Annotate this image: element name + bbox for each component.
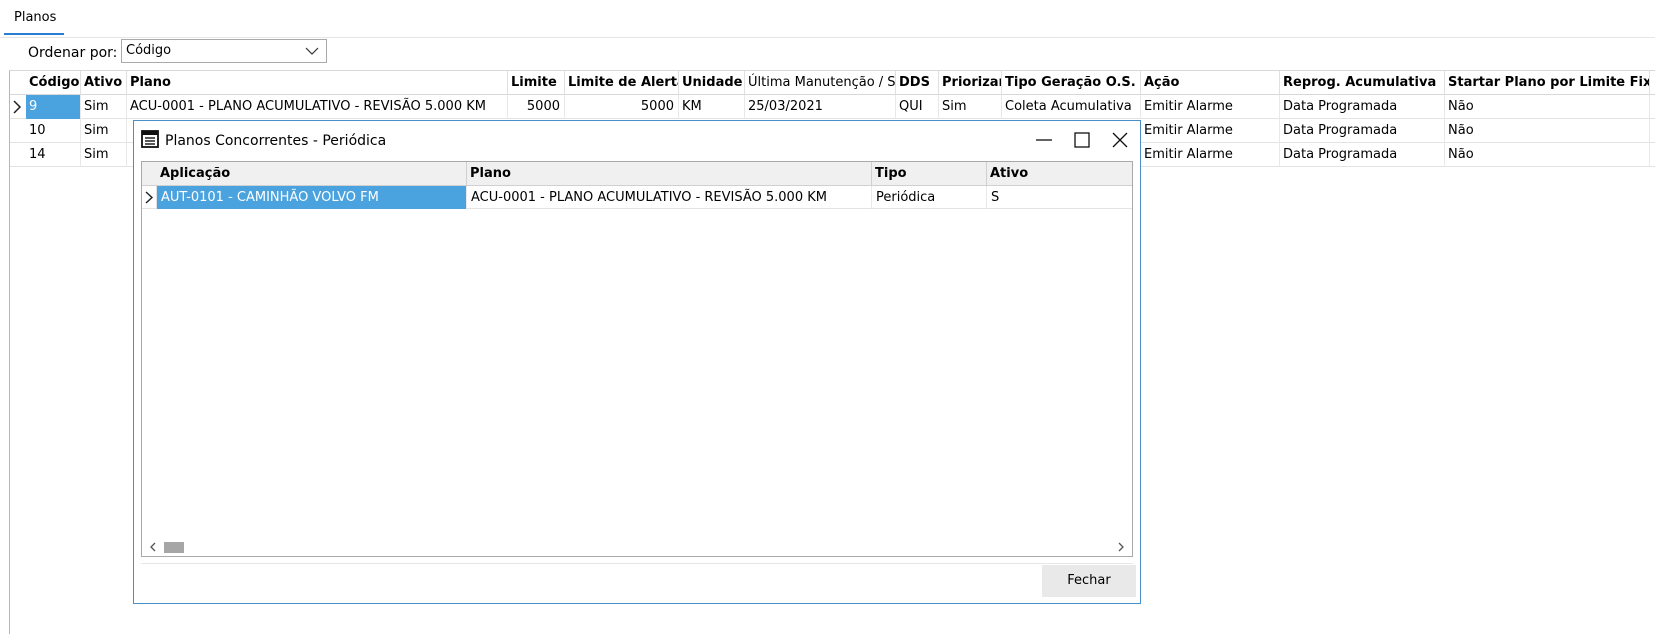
dialog-titlebar[interactable]: Planos Concorrentes - Periódica [134, 121, 1140, 157]
planos-concorrentes-grid[interactable]: Aplicação Plano Tipo Ativo AUT-0101 - CA… [141, 161, 1133, 557]
cell-startar[interactable]: Não [1445, 119, 1650, 143]
grid-header: Código Ativo Plano Limite Limite de Aler… [10, 71, 1655, 95]
col-header-unidade[interactable]: Unidade [679, 71, 745, 95]
tab-planos[interactable]: Planos [4, 6, 64, 34]
cell-aplicacao[interactable]: AUT-0101 - CAMINHÃO VOLVO FM [157, 186, 467, 209]
col-header-plano[interactable]: Plano [467, 162, 872, 186]
cell-reprog[interactable]: Data Programada [1280, 95, 1445, 119]
chevron-down-icon [305, 47, 319, 55]
cell-limite[interactable]: 5000 [508, 95, 565, 119]
cell-ativo[interactable]: Sim [81, 95, 127, 119]
cell-ultima-manutencao[interactable]: 25/03/2021 [745, 95, 896, 119]
scroll-right-icon[interactable] [1116, 542, 1126, 552]
table-row[interactable]: AUT-0101 - CAMINHÃO VOLVO FM ACU-0001 - … [142, 186, 1132, 209]
maximize-button[interactable] [1063, 123, 1101, 155]
scroll-left-icon[interactable] [148, 542, 158, 552]
dialog-divider [141, 563, 1133, 564]
cell-codigo[interactable]: 9 [26, 95, 81, 119]
minimize-icon [1036, 139, 1052, 141]
minimize-button[interactable] [1025, 123, 1063, 155]
maximize-icon [1074, 132, 1090, 148]
cell-startar[interactable]: Não [1445, 95, 1650, 119]
col-header-startar[interactable]: Startar Plano por Limite Fixo [1445, 71, 1650, 95]
cell-acao[interactable]: Emitir Alarme [1141, 143, 1280, 167]
cell-ativo[interactable]: S [987, 186, 1132, 209]
col-header-tipo[interactable]: Tipo [872, 162, 987, 186]
col-header-acao[interactable]: Ação [1141, 71, 1280, 95]
col-header-ativo[interactable]: Ativo [81, 71, 127, 95]
close-icon [1112, 132, 1128, 148]
order-by-value: Código [126, 43, 172, 58]
col-header-plano[interactable]: Plano [127, 71, 508, 95]
col-header-ultima-manutencao[interactable]: Última Manutenção / Star [745, 71, 896, 95]
cell-tipo-geracao[interactable]: Coleta Acumulativa [1002, 95, 1141, 119]
cell-acao[interactable]: Emitir Alarme [1141, 95, 1280, 119]
cell-reprog[interactable]: Data Programada [1280, 143, 1445, 167]
cell-ativo[interactable]: Sim [81, 119, 127, 143]
cell-acao[interactable]: Emitir Alarme [1141, 119, 1280, 143]
table-row[interactable]: 9 Sim ACU-0001 - PLANO ACUMULATIVO - REV… [10, 95, 1655, 119]
cell-startar[interactable]: Não [1445, 143, 1650, 167]
cell-limite-alerta[interactable]: 5000 [565, 95, 679, 119]
dialog-title: Planos Concorrentes - Periódica [165, 133, 387, 149]
col-header-limite-alerta[interactable]: Limite de Alerta [565, 71, 679, 95]
col-header-tipo-geracao[interactable]: Tipo Geração O.S. [1002, 71, 1141, 95]
row-indicator-icon [145, 191, 154, 204]
col-header-limite[interactable]: Limite [508, 71, 565, 95]
cell-codigo[interactable]: 10 [26, 119, 81, 143]
col-header-ativo[interactable]: Ativo [987, 162, 1132, 186]
row-indicator-icon [13, 100, 22, 114]
col-header-priorizar[interactable]: Priorizar [939, 71, 1002, 95]
cell-dds[interactable]: QUI [896, 95, 939, 119]
col-header-dds[interactable]: DDS [896, 71, 939, 95]
cell-codigo[interactable]: 14 [26, 143, 81, 167]
horizontal-scrollbar[interactable] [142, 538, 1132, 556]
planos-concorrentes-dialog[interactable]: Planos Concorrentes - Periódica Aplicaçã… [133, 120, 1141, 604]
cell-plano[interactable]: ACU-0001 - PLANO ACUMULATIVO - REVISÃO 5… [467, 186, 872, 209]
list-window-icon [141, 130, 159, 148]
col-header-reprog[interactable]: Reprog. Acumulativa [1280, 71, 1445, 95]
tab-active-indicator [4, 33, 64, 35]
col-header-codigo[interactable]: Código [26, 71, 81, 95]
cell-ativo[interactable]: Sim [81, 143, 127, 167]
cell-unidade[interactable]: KM [679, 95, 745, 119]
cell-plano[interactable]: ACU-0001 - PLANO ACUMULATIVO - REVISÃO 5… [127, 95, 508, 119]
cell-priorizar[interactable]: Sim [939, 95, 1002, 119]
tab-strip: Planos [0, 0, 1655, 38]
scrollbar-thumb[interactable] [164, 542, 184, 553]
row-indicator [142, 186, 157, 209]
col-header-aplicacao[interactable]: Aplicação [157, 162, 467, 186]
order-by-select[interactable]: Código [121, 39, 327, 63]
inner-grid-header: Aplicação Plano Tipo Ativo [142, 162, 1132, 186]
cell-reprog[interactable]: Data Programada [1280, 119, 1445, 143]
close-button[interactable] [1101, 123, 1139, 155]
order-by-label: Ordenar por: [28, 45, 118, 61]
cell-tipo[interactable]: Periódica [872, 186, 987, 209]
fechar-button[interactable]: Fechar [1042, 565, 1136, 597]
